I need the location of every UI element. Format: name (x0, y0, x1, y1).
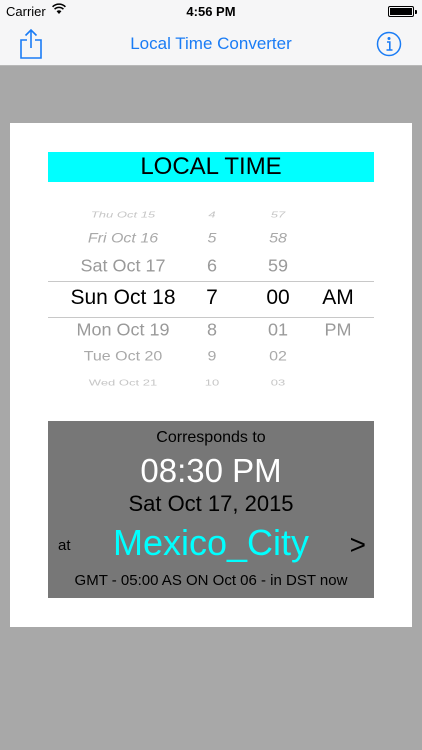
picker-ampm-cell: AM (322, 286, 354, 310)
local-time-header: LOCAL TIME (48, 152, 374, 182)
picker-row[interactable]: Thu Oct 15 4 57 (48, 210, 374, 219)
picker-row[interactable]: Sat Oct 17 6 59 (48, 257, 374, 278)
info-icon[interactable] (376, 31, 402, 57)
picker-minute-cell: 01 (267, 320, 289, 340)
picker-date-cell: Fri Oct 16 (87, 231, 159, 247)
status-time: 4:56 PM (186, 4, 236, 19)
picker-minute-cell: 59 (267, 256, 289, 276)
navigation-bar: Local Time Converter (0, 22, 422, 66)
date-time-picker[interactable]: Thu Oct 15 4 57 Fri Oct 16 5 58 Sat Oct 17 6 59 S… (48, 209, 374, 389)
chevron-right-icon[interactable]: > (350, 529, 366, 561)
picker-hour-cell: 6 (206, 256, 217, 276)
picker-minute-cell: 02 (269, 349, 287, 365)
picker-date-cell: Thu Oct 15 (90, 210, 156, 220)
picker-row[interactable]: Mon Oct 19 8 01 PM (48, 321, 374, 342)
city-selector[interactable]: Mexico_City (48, 522, 374, 564)
converted-date: Sat Oct 17, 2015 (128, 491, 294, 516)
picker-hour-cell: 5 (207, 231, 217, 247)
result-panel: Corresponds to 08:30 PM Sat Oct 17, 2015… (48, 421, 374, 598)
picker-date-cell: Tue Oct 20 (83, 349, 163, 365)
picker-date-cell: Mon Oct 19 (76, 320, 170, 340)
picker-minute-cell: 57 (270, 210, 286, 220)
picker-date-cell: Sun Oct 18 (70, 286, 176, 310)
picker-row-selected[interactable]: Sun Oct 18 7 00 AM (48, 286, 374, 311)
picker-selection-top-line (48, 281, 374, 282)
picker-row[interactable]: Tue Oct 20 9 02 (48, 350, 374, 366)
picker-row[interactable]: Wed Oct 21 10 03 (48, 378, 374, 387)
picker-hour-cell: 10 (204, 378, 220, 388)
picker-hour-cell: 8 (206, 320, 217, 340)
gmt-info: GMT - 05:00 AS ON Oct 06 - in DST now (74, 572, 348, 589)
picker-minute-cell: 58 (269, 231, 287, 247)
picker-date-cell: Wed Oct 21 (88, 378, 158, 388)
corresponds-label: Corresponds to (156, 429, 266, 446)
picker-selection-bottom-line (48, 317, 374, 318)
converter-card: LOCAL TIME Thu Oct 15 4 57 Fri Oct 16 5 58 Sat… (10, 123, 412, 627)
picker-minute-cell: 00 (266, 286, 290, 310)
picker-minute-cell: 03 (270, 378, 286, 388)
picker-hour-cell: 7 (206, 286, 218, 310)
battery-icon (388, 6, 417, 17)
picker-hour-cell: 4 (208, 210, 216, 220)
picker-date-cell: Sat Oct 17 (80, 256, 166, 276)
picker-row[interactable]: Fri Oct 16 5 58 (48, 232, 374, 248)
status-bar: Carrier 4:56 PM (0, 0, 422, 22)
picker-hour-cell: 9 (207, 349, 217, 365)
nav-title: Local Time Converter (130, 34, 292, 53)
converted-time: 08:30 PM (140, 452, 282, 489)
picker-ampm-cell: PM (324, 320, 352, 340)
